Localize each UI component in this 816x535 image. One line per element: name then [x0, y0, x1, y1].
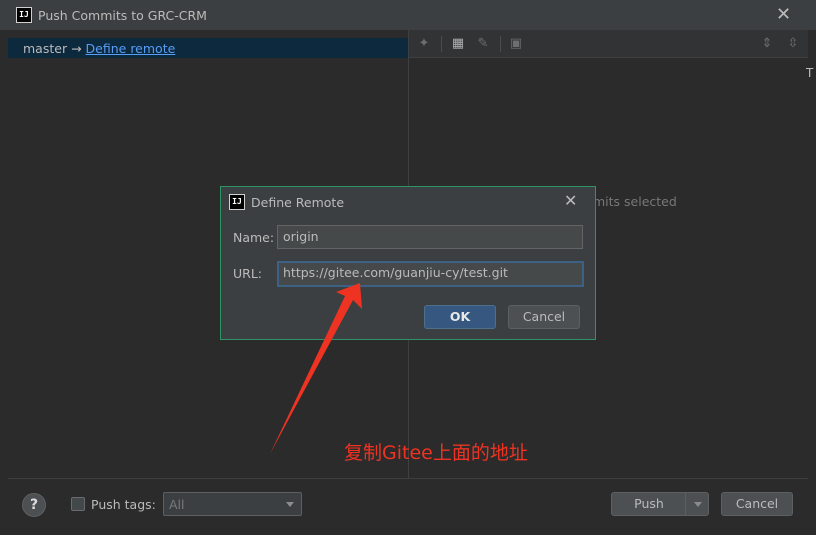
ok-button[interactable]: OK: [424, 305, 496, 329]
window-close-icon[interactable]: ✕: [776, 6, 791, 24]
toolbar-separator: [441, 36, 442, 52]
background-window-strip: [0, 525, 816, 535]
pin-icon[interactable]: ✦: [416, 36, 432, 52]
branch-arrow: →: [71, 41, 82, 56]
chevron-down-icon: [286, 502, 294, 507]
source-branch-name: master: [23, 41, 68, 56]
push-tags-label: Push tags:: [91, 497, 156, 512]
no-commits-selected-text: mits selected: [593, 194, 677, 209]
dialog-cancel-button[interactable]: Cancel: [508, 305, 580, 329]
dialog-close-icon[interactable]: ✕: [564, 192, 577, 210]
push-split-button: Push: [611, 492, 709, 516]
push-dropdown-chevron-icon[interactable]: [694, 502, 702, 507]
push-tags-select[interactable]: All: [163, 492, 302, 516]
window-title-bar: IJ Push Commits to GRC-CRM ✕: [0, 0, 816, 30]
push-split-divider: [685, 493, 686, 515]
expand-all-icon[interactable]: ⇕: [759, 36, 775, 52]
group-by-icon[interactable]: ▦: [450, 36, 466, 52]
push-tags-checkbox[interactable]: [71, 497, 85, 511]
intellij-app-icon: IJ: [16, 7, 32, 23]
window-title: Push Commits to GRC-CRM: [38, 8, 207, 23]
preview-diff-icon[interactable]: ▣: [508, 36, 524, 52]
define-remote-dialog: IJ Define Remote ✕ Name: origin URL: htt…: [220, 186, 596, 340]
toolbar-separator: [500, 36, 501, 52]
background-window-edge-text: T: [806, 66, 814, 80]
edit-icon[interactable]: ✎: [475, 36, 491, 52]
commit-details-toolbar: ✦ ▦ ✎ ▣ ⇕ ⇳: [409, 30, 808, 58]
footer-separator: [8, 478, 808, 479]
define-remote-link[interactable]: Define remote: [86, 41, 176, 56]
branch-row-master[interactable]: master → Define remote: [8, 38, 408, 58]
push-button[interactable]: Push: [612, 493, 686, 515]
dialog-app-icon: IJ: [229, 194, 245, 210]
collapse-all-icon[interactable]: ⇳: [785, 36, 801, 52]
annotation-text: 复制Gitee上面的地址: [344, 442, 528, 464]
push-tags-selected-value: All: [169, 497, 185, 512]
dialog-title: Define Remote: [251, 195, 345, 210]
help-button[interactable]: ?: [22, 493, 46, 517]
remote-name-field[interactable]: origin: [277, 225, 583, 249]
name-label: Name:: [233, 230, 275, 245]
cancel-button[interactable]: Cancel: [721, 492, 793, 516]
url-label: URL:: [233, 266, 263, 281]
remote-url-field[interactable]: https://gitee.com/guanjiu-cy/test.git: [277, 261, 584, 287]
